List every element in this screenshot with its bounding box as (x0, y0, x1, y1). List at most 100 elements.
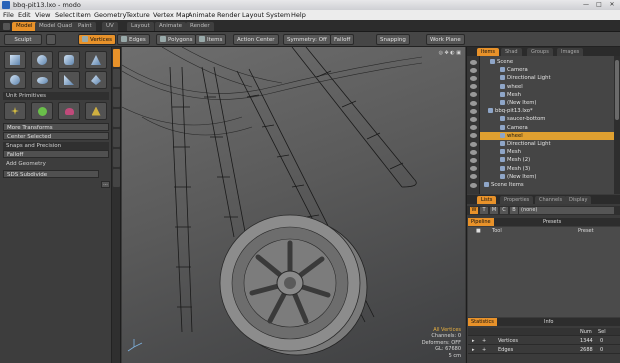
vertices-mode-button[interactable]: Vertices (78, 34, 116, 45)
toolbox-tab-mesh-edit[interactable] (113, 89, 120, 107)
tab-layout[interactable]: Layout (127, 22, 154, 31)
visibility-eye-icon[interactable] (470, 108, 477, 114)
item-row[interactable]: (New Item) (480, 99, 615, 107)
tab-display[interactable]: Display (565, 196, 592, 204)
tab-properties[interactable]: Properties (500, 196, 534, 204)
item-row[interactable]: saucer-bottom (480, 115, 615, 123)
presets-tab[interactable]: Presets (543, 218, 561, 226)
item-row[interactable]: wheel (480, 83, 615, 91)
expand-arrow-icon[interactable]: ▸ (472, 346, 475, 354)
viewport-options-icons[interactable]: ◎ ✥ ◐ ▣ (439, 50, 461, 56)
visibility-eye-icon[interactable] (470, 116, 477, 122)
item-row[interactable]: bbq-pit13.lxo* (480, 107, 615, 115)
info-tab[interactable]: Info (544, 318, 553, 326)
menu-vertex-map[interactable]: Vertex Map (153, 11, 190, 19)
item-row[interactable]: Scene Items (480, 181, 615, 189)
item-row[interactable]: Scene (480, 58, 615, 66)
pen-primitive-button[interactable] (85, 71, 107, 89)
toolbox-tab-polygon[interactable] (113, 149, 120, 167)
list-type-t-button[interactable]: T (480, 207, 488, 214)
list-type-b-button[interactable]: B (510, 207, 518, 214)
visibility-eye-icon[interactable] (470, 67, 477, 73)
menu-view[interactable]: View (35, 11, 50, 19)
plus-icon[interactable]: + (482, 346, 486, 354)
edges-mode-button[interactable]: Edges (117, 34, 150, 45)
stats-row-vertices[interactable]: ▸ + Vertices 1344 0 (468, 337, 620, 345)
menu-system[interactable]: System (266, 11, 290, 19)
tab-model[interactable]: Model (12, 22, 37, 31)
center-selected-button[interactable]: Center Selected (3, 132, 109, 140)
pipeline-tab[interactable]: Pipeline (468, 218, 494, 226)
item-row[interactable]: Mesh (480, 148, 615, 156)
rotate-tool-button[interactable] (31, 102, 53, 120)
sculpt-button[interactable]: Sculpt (4, 34, 42, 45)
menu-edit[interactable]: Edit (18, 11, 31, 19)
visibility-eye-icon[interactable] (470, 59, 477, 65)
symmetry-dropdown[interactable]: Symmetry: Off (283, 34, 331, 45)
item-row[interactable]: Directional Light (480, 140, 615, 148)
item-row[interactable]: Mesh (3) (480, 165, 615, 173)
capsule-primitive-button[interactable] (4, 71, 26, 89)
item-row[interactable]: (New Item) (480, 173, 615, 181)
move-tool-button[interactable] (4, 102, 26, 120)
work-plane-dropdown[interactable]: Work Plane (426, 34, 465, 45)
cube-primitive-button[interactable] (4, 51, 26, 69)
menu-file[interactable]: File (3, 11, 14, 19)
visibility-eye-icon[interactable] (470, 182, 477, 188)
menu-animate[interactable]: Animate (188, 11, 215, 19)
visibility-eye-icon[interactable] (470, 100, 477, 106)
list-type-w-button[interactable]: W (470, 207, 478, 214)
visibility-eye-icon[interactable] (470, 149, 477, 155)
menu-layout[interactable]: Layout (242, 11, 264, 19)
unit-primitives-header[interactable]: Unit Primitives (3, 92, 109, 100)
snaps-precision-header[interactable]: Snaps and Precision (3, 142, 109, 150)
menu-help[interactable]: Help (291, 11, 306, 19)
list-type-m-button[interactable]: M (490, 207, 498, 214)
item-row[interactable]: wheel (480, 131, 615, 140)
minimize-button[interactable]: — (580, 1, 592, 9)
toolbox-tab-basic[interactable] (113, 49, 120, 67)
item-row[interactable]: Directional Light (480, 74, 615, 82)
layout-menu-icon[interactable] (3, 23, 10, 30)
expand-arrow-icon[interactable]: ▸ (472, 337, 475, 345)
snapping-dropdown[interactable]: Snapping (376, 34, 410, 45)
toolbox-tab-edge[interactable] (113, 129, 120, 147)
items-scrollbar[interactable] (614, 56, 620, 194)
maximize-button[interactable]: □ (593, 1, 605, 9)
cone-primitive-button[interactable] (85, 51, 107, 69)
polygons-mode-button[interactable]: Polygons (156, 34, 197, 45)
tab-uv[interactable]: UV (102, 22, 118, 31)
list-type-c-button[interactable]: C (500, 207, 508, 214)
menu-item[interactable]: Item (76, 11, 91, 19)
add-geometry-button[interactable]: Add Geometry (3, 160, 109, 168)
3d-viewport[interactable]: ◎ ✥ ◐ ▣ All Vertices Channels: 0 Deforme… (122, 47, 465, 363)
transform-tool-button[interactable] (85, 102, 107, 120)
item-row[interactable]: Camera (480, 66, 615, 74)
sds-subdivide-button[interactable]: SDS Subdivide (3, 170, 99, 178)
item-row[interactable]: Mesh (2) (480, 156, 615, 164)
scale-tool-button[interactable] (58, 102, 80, 120)
tab-items[interactable]: Items (477, 48, 499, 56)
more-options-button[interactable]: ... (101, 181, 110, 188)
action-center-dropdown[interactable]: Action Center (233, 34, 279, 45)
stats-row-edges[interactable]: ▸ + Edges 2688 0 (468, 346, 620, 354)
items-mode-button[interactable]: Items (195, 34, 227, 45)
list-selection-dropdown[interactable]: (none) (519, 207, 614, 214)
sculpt-options-button[interactable] (46, 34, 56, 45)
close-button[interactable]: ✕ (606, 1, 618, 9)
item-row[interactable]: Mesh (480, 91, 615, 99)
sphere-primitive-button[interactable] (31, 51, 53, 69)
tab-channels[interactable]: Channels (535, 196, 567, 204)
tab-animate[interactable]: Animate (155, 22, 187, 31)
falloff-tool-dropdown[interactable]: Falloff (3, 150, 109, 158)
toolbox-tab-curves[interactable] (113, 169, 120, 187)
item-row[interactable]: Camera (480, 124, 615, 132)
torus-primitive-button[interactable] (31, 71, 53, 89)
visibility-eye-icon[interactable] (470, 141, 477, 147)
menu-geometry[interactable]: Geometry (94, 11, 126, 19)
tab-shader-tree[interactable]: Shad (501, 48, 522, 56)
statistics-tab[interactable]: Statistics (468, 318, 497, 326)
tab-model-quad[interactable]: Model Quad (35, 22, 76, 31)
plus-icon[interactable]: + (482, 337, 486, 345)
visibility-eye-icon[interactable] (470, 157, 477, 163)
